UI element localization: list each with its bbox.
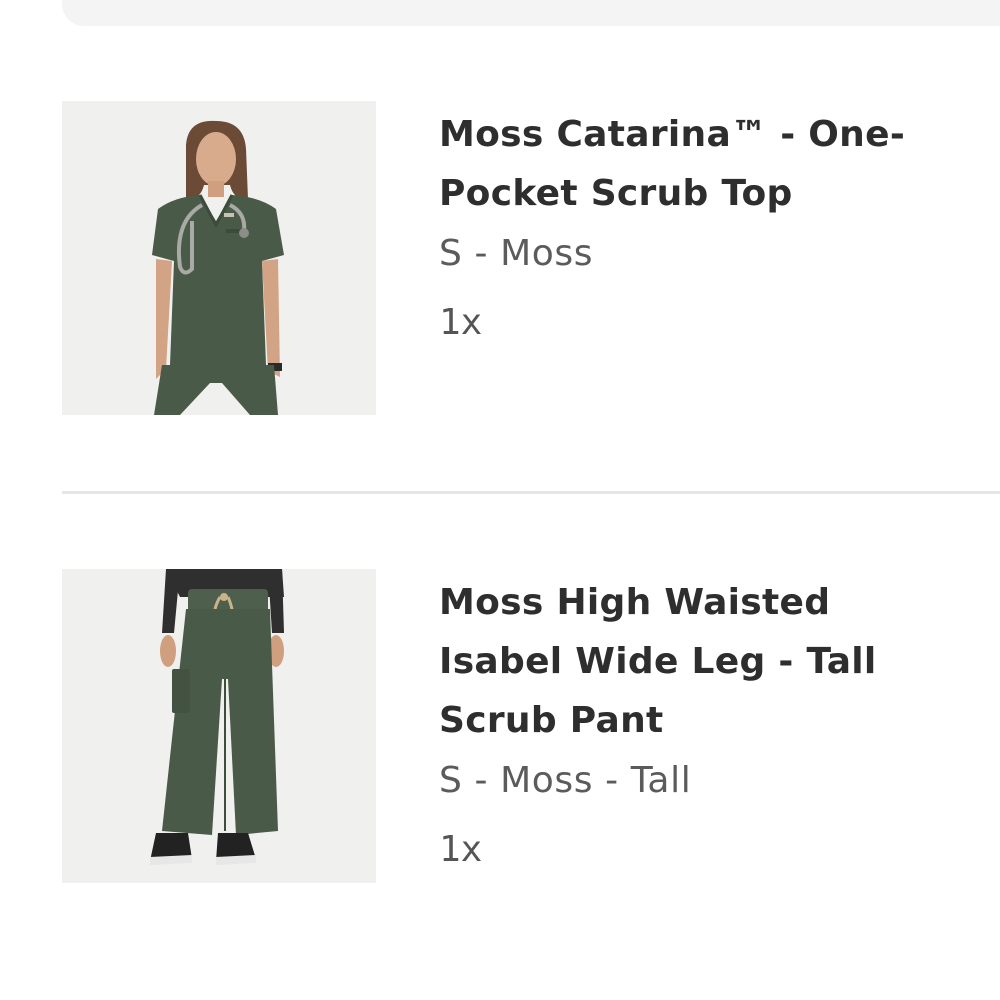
product-quantity: 1x <box>439 829 483 870</box>
product-variant: S - Moss <box>439 233 594 274</box>
cart-item: Moss Catarina™ - One-Pocket Scrub Top S … <box>62 101 1000 417</box>
item-details: Moss Catarina™ - One-Pocket Scrub Top S … <box>439 105 959 361</box>
scrub-pant-photo <box>62 569 376 883</box>
product-image[interactable] <box>62 569 376 883</box>
product-title[interactable]: Moss Catarina™ - One-Pocket Scrub Top <box>439 105 959 223</box>
item-divider <box>62 491 1000 494</box>
product-quantity: 1x <box>439 302 483 343</box>
cart-item: Moss High Waisted Isabel Wide Leg - Tall… <box>62 569 1000 885</box>
product-image[interactable] <box>62 101 376 415</box>
previous-section-box <box>62 0 1000 26</box>
item-details: Moss High Waisted Isabel Wide Leg - Tall… <box>439 573 959 888</box>
scrub-top-photo <box>62 101 376 415</box>
product-variant: S - Moss - Tall <box>439 760 692 801</box>
cart-page: Moss Catarina™ - One-Pocket Scrub Top S … <box>0 0 1000 1000</box>
product-title[interactable]: Moss High Waisted Isabel Wide Leg - Tall… <box>439 573 959 750</box>
